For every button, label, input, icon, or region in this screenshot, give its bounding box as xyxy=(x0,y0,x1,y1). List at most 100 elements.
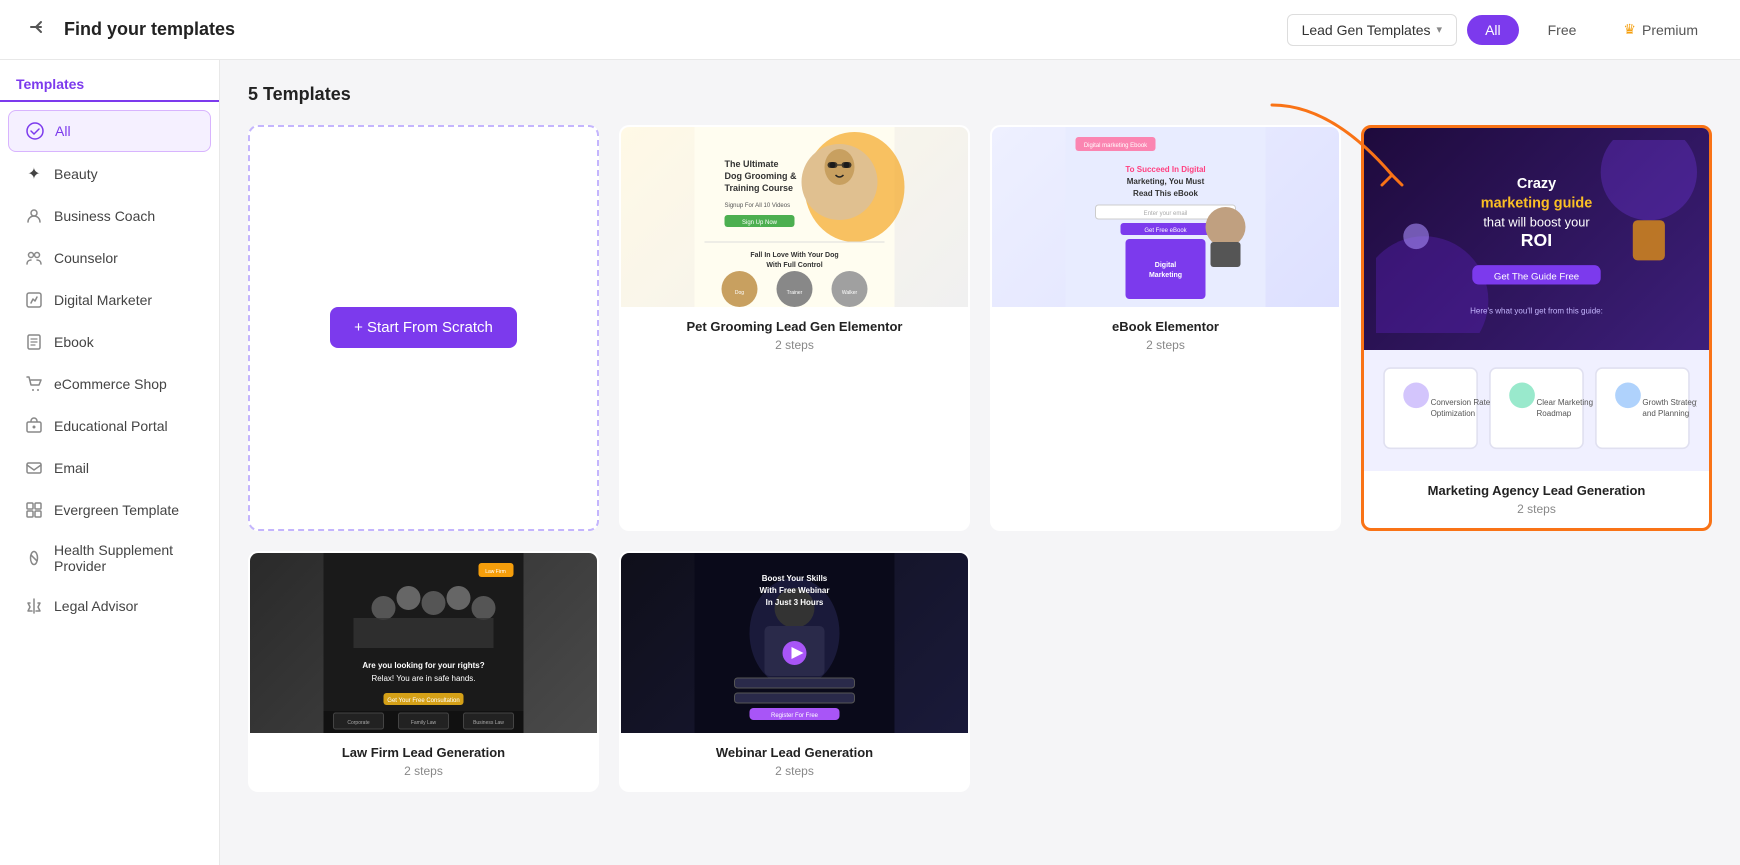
template-card-law-firm[interactable]: Law Firm Are you looking for your rights… xyxy=(248,551,599,792)
template-card-ebook[interactable]: Digital marketing Ebook To Succeed In Di… xyxy=(990,125,1341,531)
filter-premium-button[interactable]: ♛ Premium xyxy=(1605,14,1716,45)
card-info-webinar: Webinar Lead Generation 2 steps xyxy=(621,733,968,790)
svg-text:Walker: Walker xyxy=(842,290,858,296)
template-card-marketing-agency[interactable]: Crazy marketing guide that will boost yo… xyxy=(1361,125,1712,531)
card-title: Law Firm Lead Generation xyxy=(262,745,585,760)
svg-text:Signup For All 10 Videos: Signup For All 10 Videos xyxy=(725,203,791,209)
email-icon xyxy=(24,458,44,478)
card-title: Marketing Agency Lead Generation xyxy=(1376,483,1697,498)
svg-text:Law Firm: Law Firm xyxy=(485,569,506,575)
counselor-icon xyxy=(24,248,44,268)
svg-text:With Full Control: With Full Control xyxy=(766,262,822,269)
svg-text:Optimization: Optimization xyxy=(1431,409,1476,418)
sidebar-item-evergreen[interactable]: Evergreen Template xyxy=(8,490,211,530)
svg-text:that will boost your: that will boost your xyxy=(1483,215,1590,230)
sidebar-item-counselor[interactable]: Counselor xyxy=(8,238,211,278)
svg-text:and Planning: and Planning xyxy=(1642,409,1689,418)
svg-text:Are you looking for your right: Are you looking for your rights? xyxy=(362,661,484,670)
card-steps: 2 steps xyxy=(1376,502,1697,516)
sidebar-item-label: Health Supplement Provider xyxy=(54,542,195,574)
evergreen-icon xyxy=(24,500,44,520)
sidebar-item-ecommerce[interactable]: eCommerce Shop xyxy=(8,364,211,404)
marketing-preview-top: Crazy marketing guide that will boost yo… xyxy=(1364,128,1709,350)
dropdown-label: Lead Gen Templates xyxy=(1302,22,1431,38)
svg-text:Marketing: Marketing xyxy=(1149,272,1182,279)
sidebar-item-label: All xyxy=(55,123,71,139)
ebook-icon xyxy=(24,332,44,352)
svg-text:To Succeed In Digital: To Succeed In Digital xyxy=(1125,165,1205,174)
svg-text:Read This eBook: Read This eBook xyxy=(1133,189,1198,198)
svg-text:Dog: Dog xyxy=(735,290,744,296)
card-steps: 2 steps xyxy=(633,764,956,778)
sidebar-item-business-coach[interactable]: Business Coach xyxy=(8,196,211,236)
start-from-scratch-button[interactable]: + Start From Scratch xyxy=(330,307,517,348)
sidebar-item-label: Evergreen Template xyxy=(54,502,179,518)
svg-text:Training Course: Training Course xyxy=(725,183,794,193)
svg-text:Dog Grooming &: Dog Grooming & xyxy=(725,171,797,181)
premium-label: Premium xyxy=(1642,22,1698,38)
main-content: 5 Templates + Start From Scratch xyxy=(220,60,1740,865)
svg-text:Relax! You are in safe hands.: Relax! You are in safe hands. xyxy=(371,674,475,683)
sidebar-item-ebook[interactable]: Ebook xyxy=(8,322,211,362)
template-preview-law-firm: Law Firm Are you looking for your rights… xyxy=(250,553,597,733)
layout: Templates All ✦ Beauty Business Coach xyxy=(0,60,1740,865)
templates-count: 5 Templates xyxy=(248,84,1712,105)
svg-text:Clear Marketing: Clear Marketing xyxy=(1537,398,1594,407)
filter-free-button[interactable]: Free xyxy=(1529,14,1596,46)
svg-text:Digital marketing Ebook: Digital marketing Ebook xyxy=(1084,143,1148,149)
svg-text:Growth Strategy: Growth Strategy xyxy=(1642,398,1697,407)
svg-text:Roadmap: Roadmap xyxy=(1537,409,1572,418)
svg-text:Get Your Free Consultation: Get Your Free Consultation xyxy=(387,698,459,704)
svg-text:Here's what you'll get from th: Here's what you'll get from this guide: xyxy=(1470,306,1603,315)
svg-text:Enter your email: Enter your email xyxy=(1144,211,1188,217)
sidebar-item-educational-portal[interactable]: Educational Portal xyxy=(8,406,211,446)
back-button[interactable] xyxy=(24,13,52,46)
sidebar-item-all[interactable]: All xyxy=(8,110,211,152)
sidebar-item-label: eCommerce Shop xyxy=(54,376,167,392)
sidebar-item-digital-marketer[interactable]: Digital Marketer xyxy=(8,280,211,320)
card-info-ebook: eBook Elementor 2 steps xyxy=(992,307,1339,364)
sidebar-item-label: Legal Advisor xyxy=(54,598,138,614)
law-firm-preview-svg: Law Firm Are you looking for your rights… xyxy=(250,553,597,733)
card-steps: 2 steps xyxy=(1004,338,1327,352)
svg-text:ROI: ROI xyxy=(1521,230,1552,250)
check-circle-icon xyxy=(25,121,45,141)
sidebar-item-legal-advisor[interactable]: Legal Advisor xyxy=(8,586,211,626)
sidebar-item-email[interactable]: Email xyxy=(8,448,211,488)
business-coach-icon xyxy=(24,206,44,226)
svg-text:Family Law: Family Law xyxy=(411,720,437,726)
card-info-pet-grooming: Pet Grooming Lead Gen Elementor 2 steps xyxy=(621,307,968,364)
svg-text:Marketing, You Must: Marketing, You Must xyxy=(1127,177,1205,186)
filter-all-button[interactable]: All xyxy=(1467,15,1519,45)
beauty-icon: ✦ xyxy=(24,164,44,184)
ecommerce-icon xyxy=(24,374,44,394)
svg-text:In Just 3 Hours: In Just 3 Hours xyxy=(766,598,824,607)
health-supplement-icon xyxy=(24,548,44,568)
header-right: Lead Gen Templates ▾ All Free ♛ Premium xyxy=(1287,14,1716,46)
templates-grid: + Start From Scratch The Ultimate Dog Gr… xyxy=(248,125,1712,792)
template-type-dropdown[interactable]: Lead Gen Templates ▾ xyxy=(1287,14,1457,46)
svg-text:Fall In Love With Your Dog: Fall In Love With Your Dog xyxy=(750,252,838,259)
sidebar: Templates All ✦ Beauty Business Coach xyxy=(0,60,220,865)
marketing-preview-bottom: Conversion Rate Optimization Clear Marke… xyxy=(1364,350,1709,471)
digital-marketer-icon xyxy=(24,290,44,310)
svg-text:Business Law: Business Law xyxy=(473,720,504,726)
svg-text:Corporate: Corporate xyxy=(347,720,369,726)
sidebar-item-beauty[interactable]: ✦ Beauty xyxy=(8,154,211,194)
sidebar-item-label: Business Coach xyxy=(54,208,155,224)
marketing-cards-svg: Conversion Rate Optimization Clear Marke… xyxy=(1376,360,1697,456)
sidebar-item-health-supplement[interactable]: Health Supplement Provider xyxy=(8,532,211,584)
sidebar-item-label: Counselor xyxy=(54,250,118,266)
svg-text:Conversion Rate: Conversion Rate xyxy=(1431,398,1491,407)
card-title: Webinar Lead Generation xyxy=(633,745,956,760)
ebook-preview-svg: Digital marketing Ebook To Succeed In Di… xyxy=(992,127,1339,307)
start-from-scratch-card[interactable]: + Start From Scratch xyxy=(248,125,599,531)
sidebar-item-label: Digital Marketer xyxy=(54,292,152,308)
sidebar-item-label: Ebook xyxy=(54,334,94,350)
template-card-webinar[interactable]: Boost Your Skills With Free Webinar In J… xyxy=(619,551,970,792)
svg-text:Trainer: Trainer xyxy=(787,290,803,296)
sidebar-item-label: Email xyxy=(54,460,89,476)
header: Find your templates Lead Gen Templates ▾… xyxy=(0,0,1740,60)
template-card-pet-grooming[interactable]: The Ultimate Dog Grooming & Training Cou… xyxy=(619,125,970,531)
card-steps: 2 steps xyxy=(262,764,585,778)
